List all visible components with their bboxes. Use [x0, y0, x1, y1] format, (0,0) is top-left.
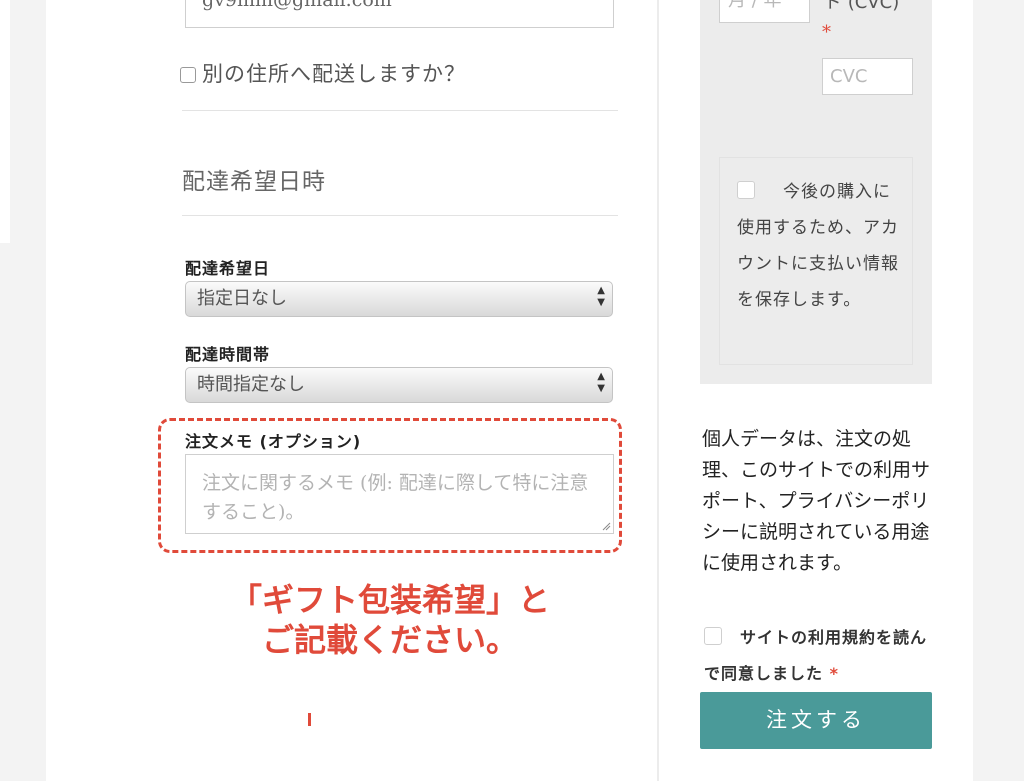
card-expiry-input[interactable]: 月 / 年	[719, 0, 810, 23]
cvc-label: ド (CVC)	[824, 0, 900, 13]
save-card-label: 今後の購入に使用するため、アカウントに支払い情報を保存します。	[737, 182, 899, 310]
order-notes-label: 注文メモ (オプション)	[185, 432, 362, 451]
select-arrows-icon: ▲ ▼	[597, 285, 605, 308]
save-card-option[interactable]: 今後の購入に使用するため、アカウントに支払い情報を保存します。	[737, 174, 903, 318]
divider	[182, 110, 618, 111]
ship-different-label: 別の住所へ配送しますか？	[202, 62, 466, 86]
place-order-button[interactable]: 注文する	[700, 692, 932, 749]
email-field[interactable]: gv9mm@gmail.com	[185, 0, 614, 28]
callout-line-2: ご記載ください。	[261, 621, 518, 659]
delivery-date-value: 指定日なし	[197, 288, 287, 309]
delivery-time-value: 時間指定なし	[197, 374, 305, 395]
left-background-strip	[0, 0, 10, 243]
delivery-date-select[interactable]: 指定日なし ▲ ▼	[185, 281, 613, 317]
privacy-notice: 個人データは、注文の処理、このサイトでの利用サポート、プライバシーポリシーに説明…	[702, 428, 931, 574]
terms-agreement[interactable]: サイトの利用規約を読んで同意しました *	[704, 620, 930, 692]
delivery-section-title: 配達希望日時	[182, 169, 326, 195]
delivery-time-label: 配達時間帯	[185, 345, 271, 364]
terms-required-marker: *	[829, 664, 839, 683]
cvc-required-marker: *	[822, 22, 831, 43]
order-notes-placeholder: 注文に関するメモ (例: 配達に際して特に注意すること)。	[202, 472, 589, 523]
terms-checkbox[interactable]	[704, 627, 722, 645]
gift-wrap-callout: 「ギフト包装希望」と ご記載ください。	[210, 580, 570, 660]
resize-handle-icon[interactable]	[602, 522, 611, 531]
column-divider	[657, 0, 659, 781]
terms-label: サイトの利用規約を読んで同意しました	[704, 628, 928, 683]
ship-different-checkbox[interactable]	[180, 67, 196, 83]
ship-to-different-address[interactable]: 別の住所へ配送しますか？	[180, 58, 466, 88]
divider	[182, 215, 618, 216]
select-arrows-icon: ▲ ▼	[597, 371, 605, 394]
callout-line-1: 「ギフト包装希望」と	[229, 581, 550, 619]
annotation-tick	[308, 713, 311, 726]
cvc-input[interactable]: CVC	[822, 58, 913, 95]
order-notes-textarea[interactable]: 注文に関するメモ (例: 配達に際して特に注意すること)。	[185, 454, 614, 534]
save-card-checkbox[interactable]	[737, 181, 755, 199]
delivery-time-select[interactable]: 時間指定なし ▲ ▼	[185, 367, 613, 403]
delivery-date-label: 配達希望日	[185, 259, 271, 278]
